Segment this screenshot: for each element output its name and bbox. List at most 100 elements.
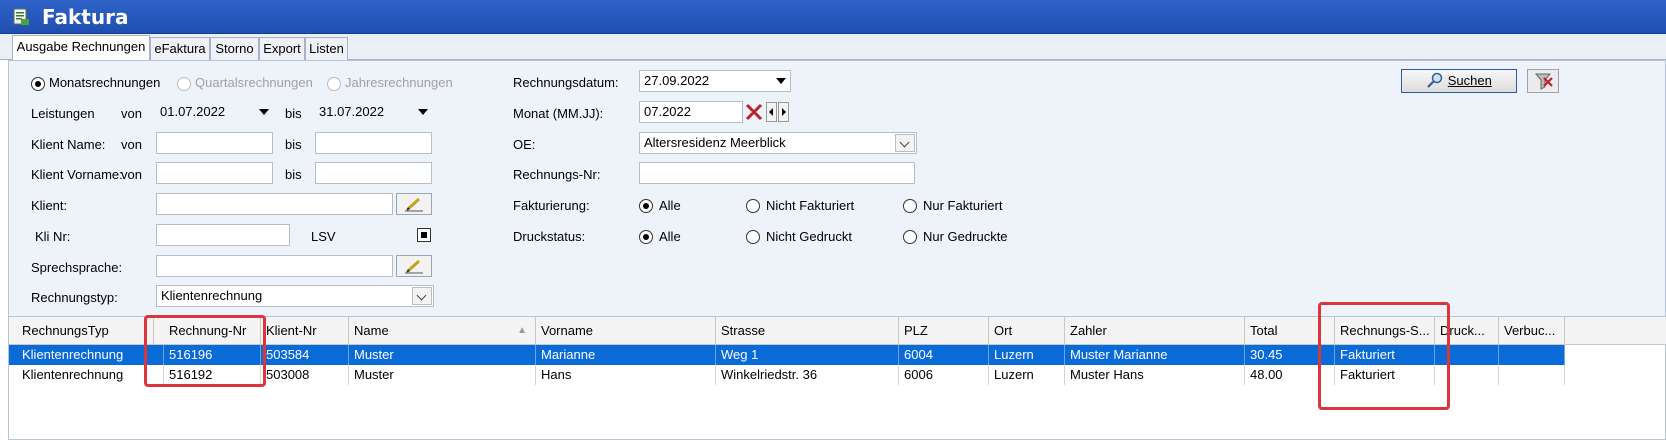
clear-filter-icon	[1534, 73, 1553, 90]
monat-next-button[interactable]	[778, 102, 789, 122]
arrow-left-icon	[769, 108, 773, 116]
radio-nicht-gedruckt-label: Nicht Gedruckt	[766, 229, 852, 244]
klient-name-bis-input[interactable]	[315, 132, 432, 154]
sprechsprache-input[interactable]	[156, 255, 393, 277]
rechnungs-nr-input[interactable]	[639, 162, 915, 184]
radio-nur-fakturiert[interactable]	[903, 199, 917, 213]
klient-name-von-label: von	[121, 137, 142, 152]
filter-panel: Monatsrechnungen Quartalsrechnungen Jahr…	[8, 60, 1666, 332]
klient-vorname-bis-input[interactable]	[315, 162, 432, 184]
radio-monatsrechnungen-label: Monatsrechnungen	[49, 75, 161, 90]
chevron-down-icon[interactable]	[259, 109, 269, 115]
leistungen-bis-label: bis	[285, 106, 302, 121]
monat-clear-button[interactable]	[744, 102, 764, 122]
column-header-ort[interactable]: Ort	[989, 317, 1065, 345]
pencil-icon	[405, 259, 423, 274]
rechnungstyp-select[interactable]: Klientenrechnung	[156, 285, 434, 307]
radio-nur-gedruckte[interactable]	[903, 230, 917, 244]
cell-ort: Luzern	[989, 345, 1065, 365]
tab-storno[interactable]: Storno	[210, 37, 259, 60]
radio-nicht-gedruckt[interactable]	[746, 230, 760, 244]
monat-prev-button[interactable]	[766, 102, 777, 122]
monat-value: 07.2022	[644, 104, 691, 119]
tab-ausgabe-rechnungen[interactable]: Ausgabe Rechnungen	[12, 35, 150, 61]
druckstatus-label: Druckstatus:	[513, 229, 586, 244]
column-header-name-label: Name	[354, 323, 389, 338]
tab-strip: Ausgabe Rechnungen eFaktura Storno Expor…	[0, 34, 1666, 61]
radio-fakturierung-alle[interactable]	[639, 199, 653, 213]
chevron-down-icon[interactable]	[412, 287, 432, 305]
cell-ort: Luzern	[989, 365, 1065, 385]
klient-name-bis-label: bis	[285, 137, 302, 152]
column-header-verbucht[interactable]: Verbuc...	[1499, 317, 1565, 345]
column-header-klient-nr[interactable]: Klient-Nr	[261, 317, 349, 345]
klient-vorname-von-input[interactable]	[156, 162, 273, 184]
rechnungstyp-label: Rechnungstyp:	[31, 290, 118, 305]
chevron-down-icon[interactable]	[418, 109, 428, 115]
klient-vorname-bis-label: bis	[285, 167, 302, 182]
pencil-icon	[405, 197, 423, 212]
oe-label: OE:	[513, 137, 536, 152]
leistungen-bis-date[interactable]: 31.07.2022	[315, 102, 432, 124]
search-icon	[1427, 72, 1443, 88]
cell-rechnungstyp: Klientenrechnung	[17, 345, 164, 365]
window-titlebar: Faktura	[0, 0, 1666, 34]
radio-monatsrechnungen[interactable]	[31, 77, 45, 91]
cell-vorname: Marianne	[536, 345, 716, 365]
radio-jahresrechnungen[interactable]	[327, 77, 341, 91]
klient-vorname-label: Klient Vorname:	[31, 167, 123, 182]
sprechsprache-edit-button[interactable]	[396, 255, 432, 277]
radio-nur-fakturiert-label: Nur Fakturiert	[923, 198, 1003, 213]
column-header-rechnungstyp[interactable]: RechnungsTyp	[17, 317, 154, 345]
leistungen-von-value: 01.07.2022	[160, 104, 226, 119]
radio-nicht-fakturiert[interactable]	[746, 199, 760, 213]
column-header-strasse[interactable]: Strasse	[716, 317, 899, 345]
radio-druckstatus-alle[interactable]	[639, 230, 653, 244]
column-header-zahler[interactable]: Zahler	[1065, 317, 1245, 345]
rechnungstyp-value: Klientenrechnung	[161, 288, 263, 303]
search-button-label: Suchen	[1447, 73, 1492, 88]
cell-plz: 6006	[899, 365, 989, 385]
lsv-checkbox[interactable]	[417, 228, 431, 242]
kli-nr-input[interactable]	[156, 224, 290, 246]
cell-name: Muster	[349, 345, 536, 365]
leistungen-label: Leistungen	[31, 106, 95, 121]
radio-fakturierung-alle-label: Alle	[659, 198, 681, 213]
lsv-checkbox-indeterminate-mark	[421, 232, 427, 238]
klient-name-von-input[interactable]	[156, 132, 273, 154]
cell-name: Muster	[349, 365, 536, 385]
window-title: Faktura	[42, 5, 129, 29]
oe-select[interactable]: Altersresidenz Meerblick	[639, 132, 917, 154]
cell-verbucht	[1499, 365, 1565, 385]
column-header-name[interactable]: Name ▲	[349, 317, 536, 345]
klient-edit-button[interactable]	[396, 193, 432, 215]
chevron-down-icon[interactable]	[895, 134, 915, 152]
klient-vorname-von-label: von	[121, 167, 142, 182]
leistungen-bis-value: 31.07.2022	[319, 104, 385, 119]
klient-name-label: Klient Name:	[31, 137, 106, 152]
rechnungsdatum-date[interactable]: 27.09.2022	[639, 70, 791, 92]
column-header-plz[interactable]: PLZ	[899, 317, 989, 345]
highlight-rechnungs-status-column	[1318, 302, 1450, 410]
leistungen-von-date[interactable]: 01.07.2022	[156, 102, 273, 124]
rechnungsdatum-value: 27.09.2022	[644, 73, 710, 88]
tab-export[interactable]: Export	[259, 37, 305, 60]
sort-ascending-icon: ▲	[517, 325, 527, 336]
cell-strasse: Winkelriedstr. 36	[716, 365, 899, 385]
column-header-vorname[interactable]: Vorname	[536, 317, 716, 345]
klient-input[interactable]	[156, 193, 393, 215]
cell-strasse: Weg 1	[716, 345, 899, 365]
tab-listen[interactable]: Listen	[305, 37, 348, 60]
clear-filter-button[interactable]	[1527, 69, 1559, 93]
highlight-rechnung-nr-column	[144, 315, 266, 387]
tab-efaktura[interactable]: eFaktura	[150, 37, 210, 60]
search-button[interactable]: Suchen	[1401, 69, 1517, 93]
chevron-down-icon[interactable]	[776, 78, 786, 84]
radio-nur-gedruckte-label: Nur Gedruckte	[923, 229, 1008, 244]
radio-jahresrechnungen-label: Jahresrechnungen	[345, 75, 453, 90]
close-icon	[745, 103, 763, 121]
monat-input[interactable]: 07.2022	[639, 101, 743, 123]
radio-quartalsrechnungen-label: Quartalsrechnungen	[195, 75, 313, 90]
monat-label: Monat (MM.JJ):	[513, 106, 604, 121]
radio-quartalsrechnungen[interactable]	[177, 77, 191, 91]
